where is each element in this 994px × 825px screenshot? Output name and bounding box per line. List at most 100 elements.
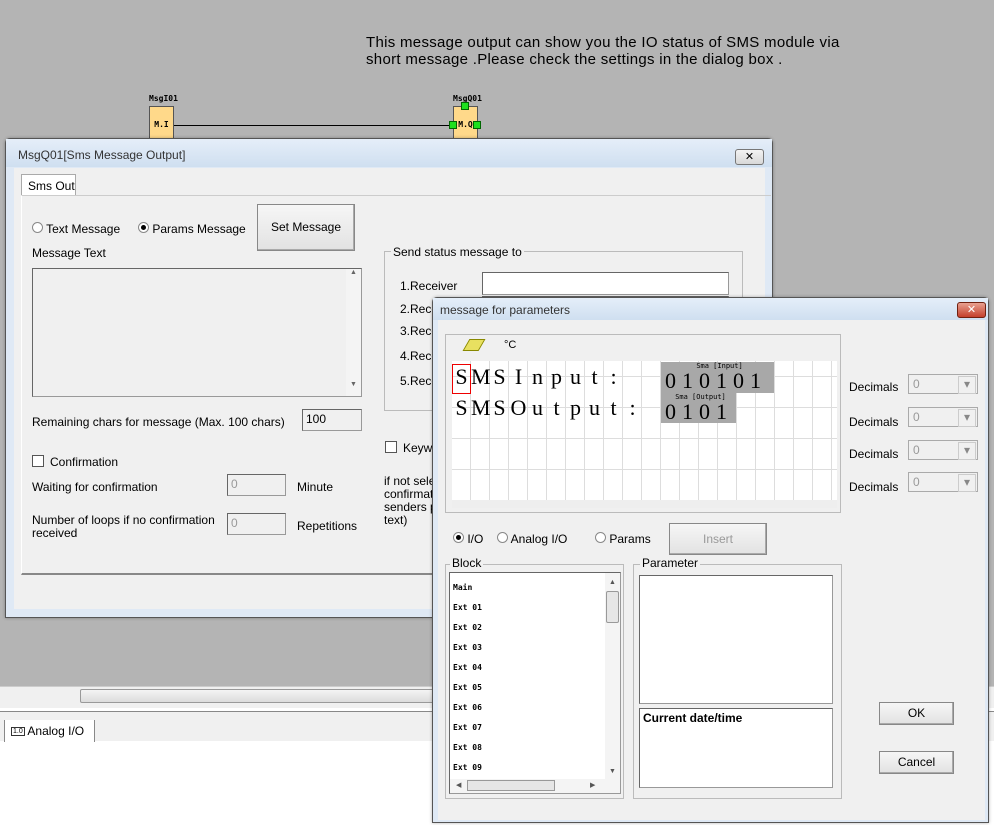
confirmation-label: Confirmation xyxy=(50,455,119,469)
grid-row-1: SMSInput: xyxy=(452,364,623,390)
insert-button[interactable]: Insert xyxy=(669,523,767,555)
block-list-item[interactable]: Ext 06 xyxy=(453,703,482,712)
dialog-title: MsgQ01[Sms Message Output] xyxy=(6,139,772,167)
cursor-cell xyxy=(452,364,471,394)
radio-params[interactable]: Params xyxy=(595,532,651,546)
radio[interactable] xyxy=(497,532,508,543)
grid-char: : xyxy=(629,395,636,420)
message-text-area[interactable]: ▲ ▼ xyxy=(32,268,362,397)
block-list-item[interactable]: Ext 01 xyxy=(453,603,482,612)
radio-io[interactable]: I/O xyxy=(453,532,483,546)
grid-char: I xyxy=(514,364,523,389)
loops-label-line: received xyxy=(32,526,78,540)
ok-button[interactable]: OK xyxy=(879,702,954,725)
pin[interactable] xyxy=(461,102,469,110)
loops-input[interactable]: 0 xyxy=(227,513,286,535)
cancel-button[interactable]: Cancel xyxy=(879,751,954,774)
radio[interactable] xyxy=(32,222,43,233)
radio-analog-io[interactable]: Analog I/O xyxy=(497,532,567,546)
block-list-item[interactable]: Ext 07 xyxy=(453,723,482,732)
scrollbar-thumb[interactable] xyxy=(467,780,555,791)
radio-label: Text Message xyxy=(46,222,121,236)
radio-text-message[interactable]: Text Message xyxy=(32,222,120,236)
block-list-item[interactable]: Ext 02 xyxy=(453,623,482,632)
io-input-block[interactable]: Sma [Input] 010101 xyxy=(661,362,774,393)
grid-char: : xyxy=(610,364,617,389)
canvas-note: This message output can show you the IO … xyxy=(366,34,840,68)
grid-char: p xyxy=(551,364,562,389)
message-editor-panel: °C SMSInput: SMSOutput: Sma [Input] 01010… xyxy=(445,334,841,513)
grid-char: u xyxy=(589,395,600,420)
waiting-input[interactable]: 0 xyxy=(227,474,286,496)
degree-celsius-icon[interactable]: °C xyxy=(504,339,516,351)
radio[interactable] xyxy=(595,532,606,543)
decimals-select[interactable]: 0 xyxy=(908,440,978,460)
pin[interactable] xyxy=(449,121,457,129)
eraser-icon[interactable] xyxy=(462,339,486,351)
vertical-scrollbar[interactable]: ▲ ▼ xyxy=(605,573,620,779)
grid-char: S xyxy=(455,395,468,420)
remaining-chars-label: Remaining chars for message (Max. 100 ch… xyxy=(32,415,285,429)
parameter-group-label: Parameter xyxy=(640,556,701,570)
close-button[interactable]: ✕ xyxy=(957,302,986,318)
io-output-block[interactable]: Sma [Output] 0101 xyxy=(661,393,736,423)
block-list-item[interactable]: Main xyxy=(453,583,472,592)
decimals-select[interactable]: 0 xyxy=(908,407,978,427)
keyword-checkbox[interactable] xyxy=(385,441,397,453)
loops-label: Number of loops if no confirmation receiv… xyxy=(32,514,215,540)
tab-label: Analog I/O xyxy=(27,724,85,738)
block-list-item[interactable]: Ext 04 xyxy=(453,663,482,672)
block-list-item[interactable]: Ext 08 xyxy=(453,743,482,752)
horizontal-scrollbar[interactable]: ◀ ▶ xyxy=(450,779,620,793)
radio-label: I/O xyxy=(467,532,484,546)
close-button[interactable]: ✕ xyxy=(735,149,764,165)
analog-io-icon: 1.0 xyxy=(11,727,25,737)
pin[interactable] xyxy=(473,121,481,129)
block-list-item[interactable]: Ext 03 xyxy=(453,643,482,652)
block-list[interactable]: Main Ext 01 Ext 02 Ext 03 Ext 04 Ext 05 Ext 06… xyxy=(449,572,621,794)
param-item[interactable]: Current date/time xyxy=(643,711,742,725)
radio[interactable] xyxy=(453,532,464,543)
grid-char: t xyxy=(610,395,617,420)
grid-char: M xyxy=(471,364,491,389)
parameter-detail[interactable]: Current date/time xyxy=(639,708,833,788)
message-for-parameters-dialog: message for parameters ✕ °C SMSInput: SM… xyxy=(432,297,989,823)
grid-char: M xyxy=(471,395,491,420)
connection-line xyxy=(174,125,454,126)
grid-char: n xyxy=(532,364,543,389)
radio[interactable] xyxy=(138,222,149,233)
tab-analog-io[interactable]: 1.0 Analog I/O xyxy=(4,720,95,742)
confirmation-checkbox[interactable] xyxy=(32,455,44,467)
message-grid[interactable]: SMSInput: SMSOutput: Sma [Input] 010101 S… xyxy=(452,361,837,500)
receiver-1-input[interactable] xyxy=(482,272,729,295)
decimals-label: Decimals xyxy=(849,447,899,461)
decimals-label: Decimals xyxy=(849,380,899,394)
decimals-select[interactable]: 0 xyxy=(908,374,978,394)
block-list-item[interactable]: Ext 05 xyxy=(453,683,482,692)
grid-char: u xyxy=(570,364,581,389)
send-status-label: Send status message to xyxy=(391,245,524,259)
block-list-item[interactable]: Ext 09 xyxy=(453,763,482,772)
io-value: 010101 xyxy=(665,368,767,393)
scrollbar-thumb[interactable] xyxy=(606,591,619,623)
tab-sms-out[interactable]: Sms Out xyxy=(21,174,76,196)
horizontal-scrollbar[interactable] xyxy=(452,500,837,508)
decimals-select[interactable]: 0 xyxy=(908,472,978,492)
block-msgi01[interactable]: M.I xyxy=(149,106,174,140)
dialog-title: message for parameters xyxy=(433,298,988,320)
radio-params-message[interactable]: Params Message xyxy=(138,222,246,236)
scrollbar-thumb[interactable] xyxy=(80,689,480,703)
grid-char: S xyxy=(493,395,506,420)
parameter-list[interactable] xyxy=(639,575,833,704)
grid-char: S xyxy=(493,364,506,389)
repetitions-label: Repetitions xyxy=(297,519,358,533)
waiting-label: Waiting for confirmation xyxy=(32,480,158,494)
grid-char: O xyxy=(510,395,527,420)
receiver-label: 1.Receiver xyxy=(400,279,458,293)
grid-row-2: SMSOutput: xyxy=(452,395,642,421)
note-line: This message output can show you the IO … xyxy=(366,34,840,51)
vertical-scrollbar[interactable]: ▲ ▼ xyxy=(346,269,361,396)
block-group-label: Block xyxy=(450,556,484,570)
minute-label: Minute xyxy=(297,480,334,494)
set-message-button[interactable]: Set Message xyxy=(257,204,355,251)
